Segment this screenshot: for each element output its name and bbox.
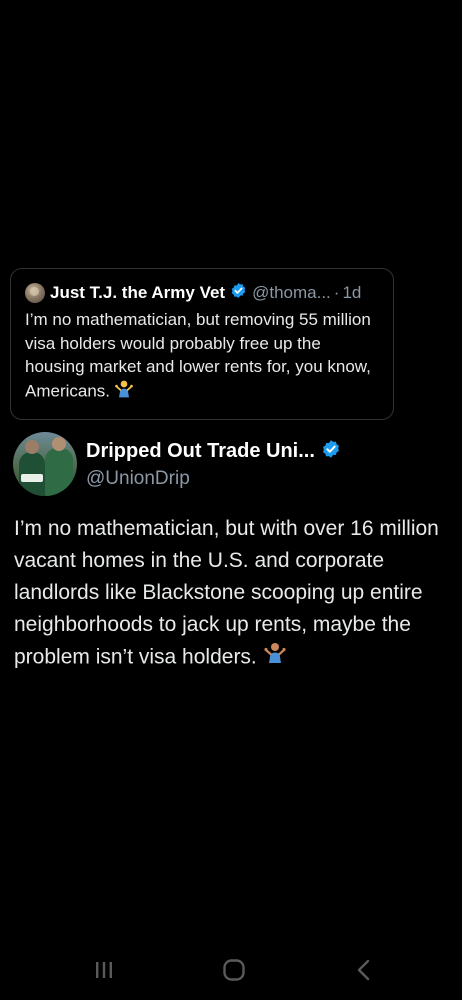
main-author-name-row: Dripped Out Trade Uni... xyxy=(86,438,341,464)
quoted-tweet-header: Just T.J. the Army Vet @thoma... · 1d xyxy=(25,281,379,305)
quoted-tweet-body: I’m no mathematician, but removing 55 mi… xyxy=(25,308,379,405)
main-author-name[interactable]: Dripped Out Trade Uni... xyxy=(86,440,315,463)
main-author-handle[interactable]: @UnionDrip xyxy=(86,468,341,490)
quoted-tweet-card[interactable]: Just T.J. the Army Vet @thoma... · 1d I’… xyxy=(10,268,394,420)
system-navigation-bar xyxy=(0,940,462,1000)
avatar-head-right xyxy=(52,437,66,451)
back-icon[interactable] xyxy=(349,958,379,982)
main-author-avatar[interactable] xyxy=(13,432,77,496)
quoted-author-name[interactable]: Just T.J. the Army Vet xyxy=(50,283,225,303)
verified-badge-icon xyxy=(321,439,341,464)
avatar-sign xyxy=(21,474,43,482)
avatar-figure-right xyxy=(45,448,73,496)
main-tweet-header: Dripped Out Trade Uni... @UnionDrip xyxy=(13,432,341,496)
shrug-emoji-icon xyxy=(263,641,287,675)
screen: Just T.J. the Army Vet @thoma... · 1d I’… xyxy=(0,0,462,1000)
quoted-author-handle[interactable]: @thoma... xyxy=(252,283,331,303)
shrug-emoji-icon xyxy=(114,379,134,406)
quoted-tweet-text: I’m no mathematician, but removing 55 mi… xyxy=(25,310,371,401)
dot-separator: · xyxy=(333,283,340,302)
home-icon[interactable] xyxy=(219,958,249,982)
avatar-head-left xyxy=(25,440,39,454)
quoted-tweet-time: 1d xyxy=(342,283,362,302)
quoted-author-avatar[interactable] xyxy=(25,283,45,303)
verified-badge-icon xyxy=(230,282,247,304)
recent-apps-icon[interactable] xyxy=(89,958,119,982)
main-tweet-text: I’m no mathematician, but with over 16 m… xyxy=(14,517,439,669)
main-tweet-body: I’m no mathematician, but with over 16 m… xyxy=(14,513,454,675)
main-author-info: Dripped Out Trade Uni... @UnionDrip xyxy=(86,432,341,490)
